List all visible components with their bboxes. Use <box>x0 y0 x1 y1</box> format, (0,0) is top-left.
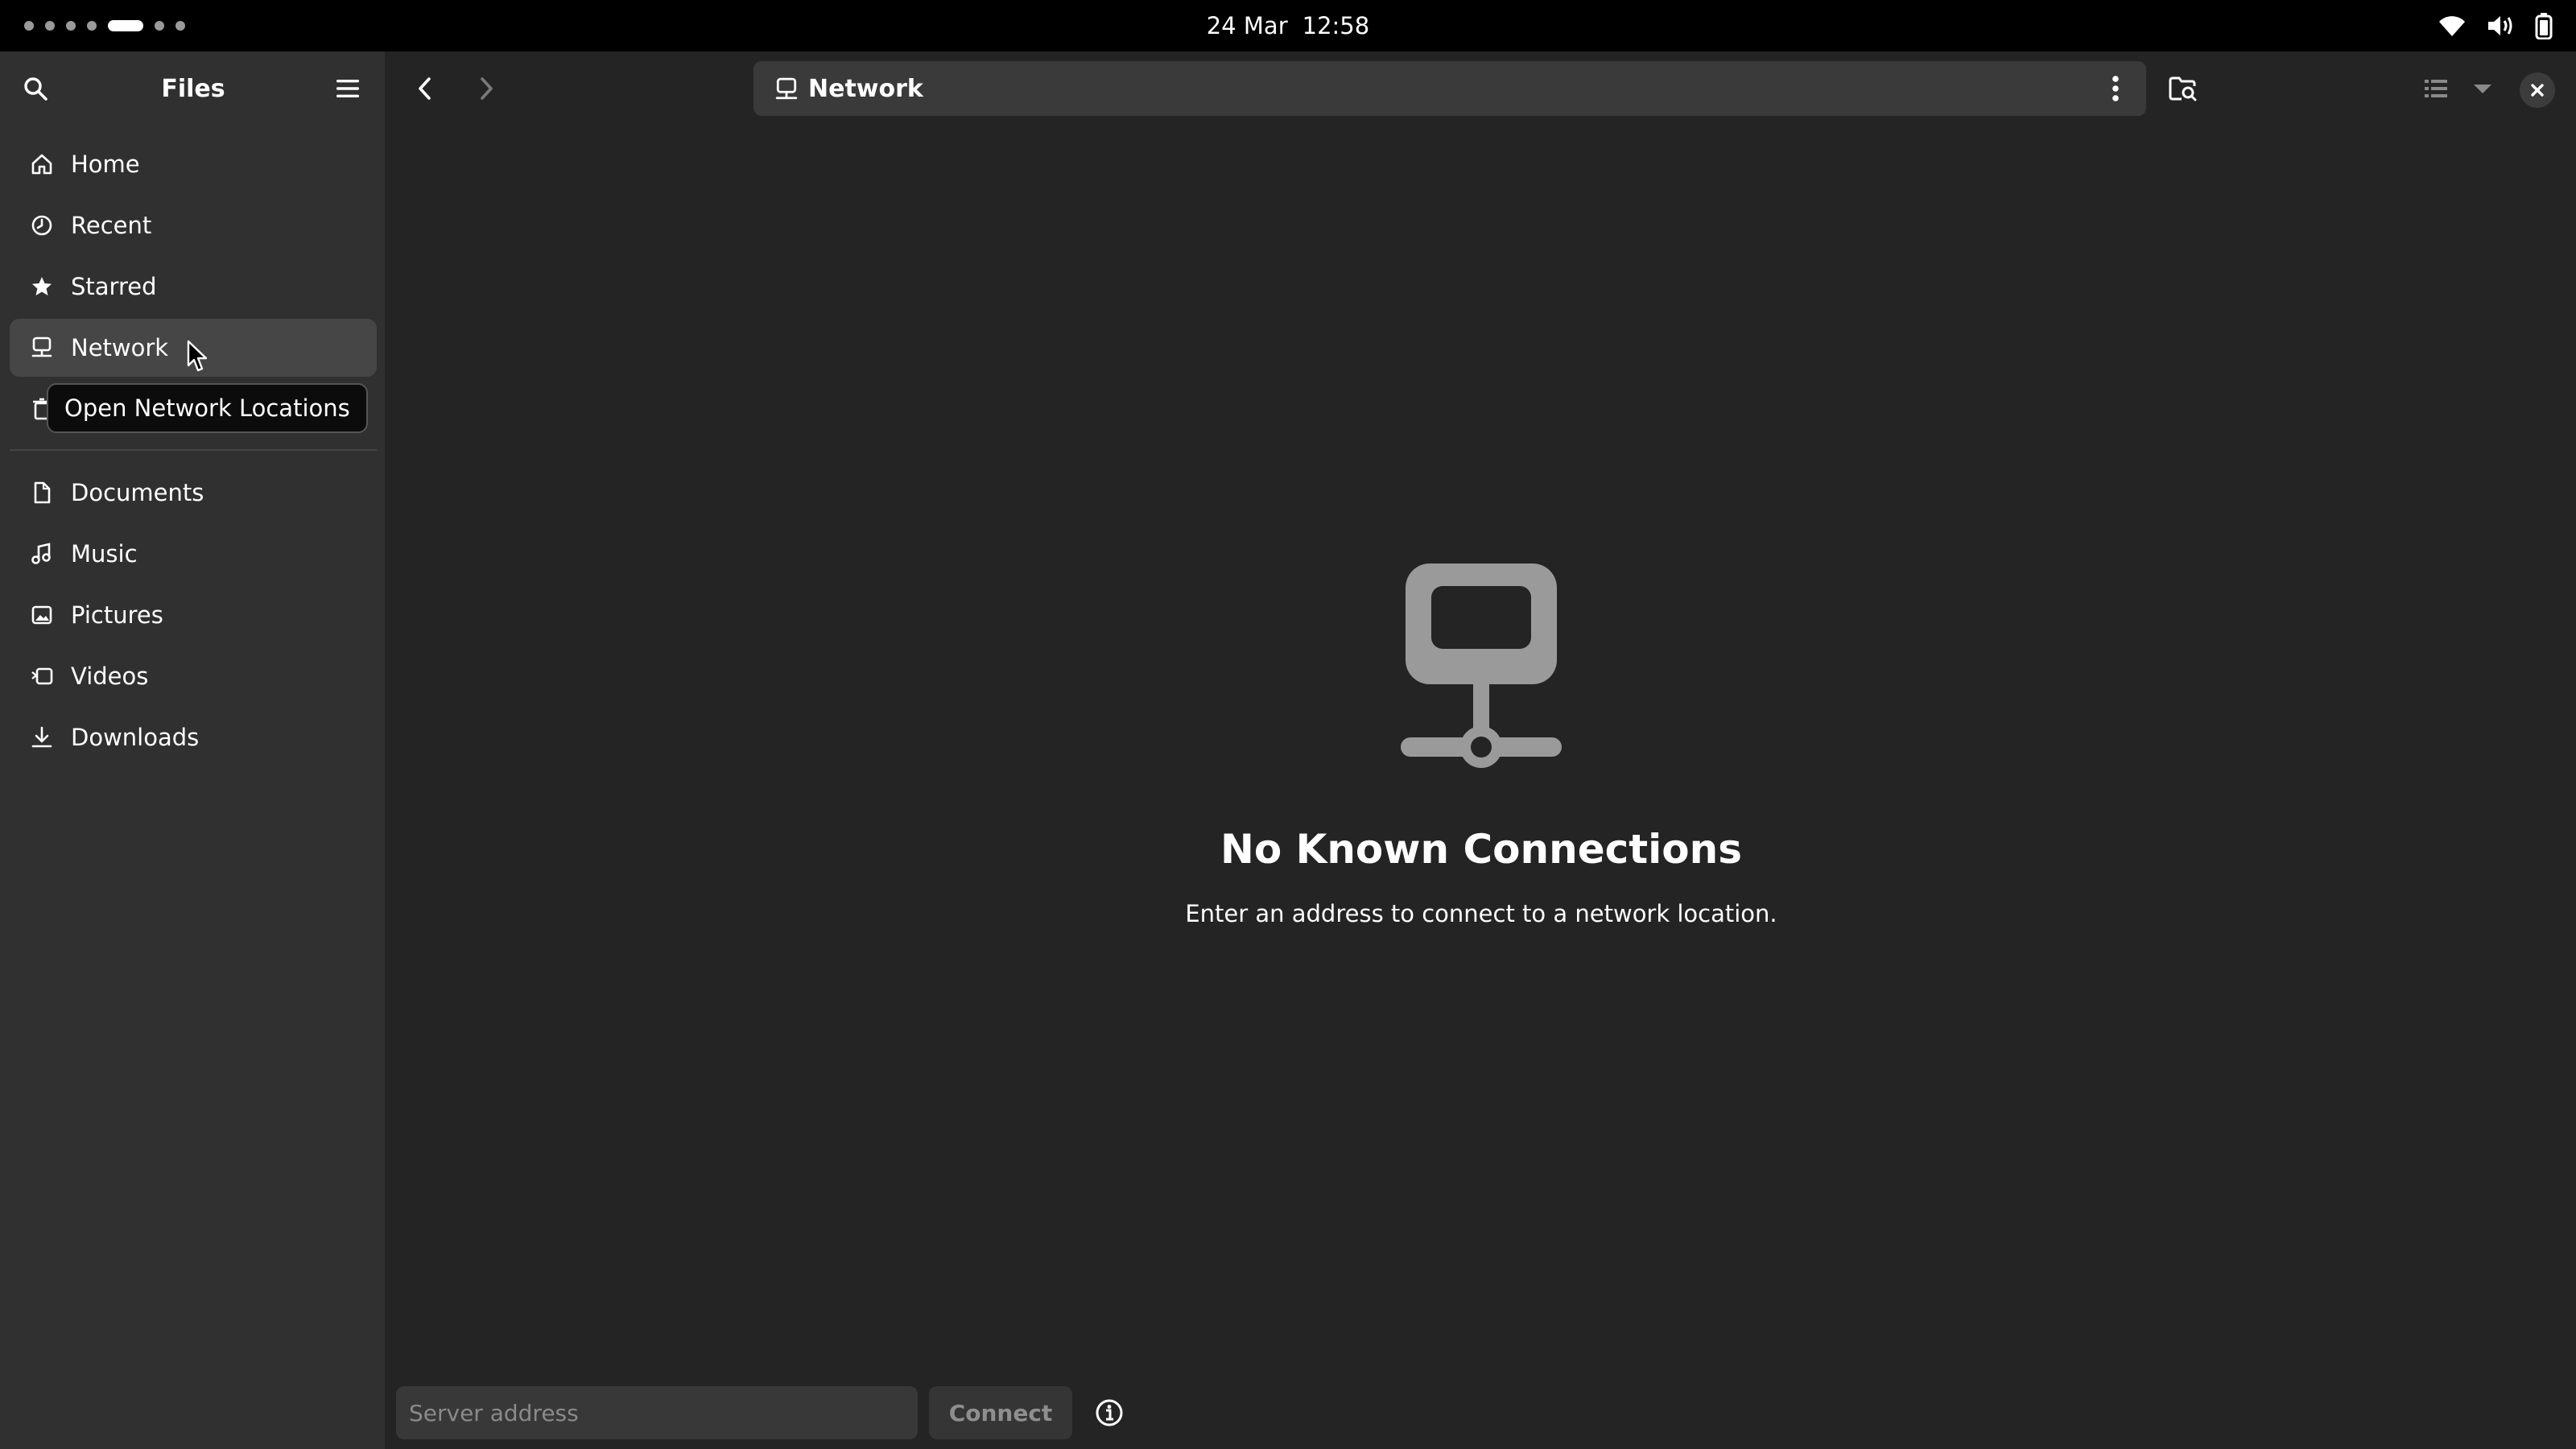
sidebar-item-videos[interactable]: Videos <box>10 647 377 705</box>
music-icon <box>31 543 51 564</box>
sidebar-item-starred[interactable]: Starred <box>10 258 377 316</box>
search-folder-button[interactable] <box>2165 71 2201 106</box>
sidebar-header: Files <box>0 52 385 126</box>
tooltip-text: Open Network Locations <box>64 394 350 422</box>
forward-button[interactable] <box>469 71 504 106</box>
sidebar-item-label: Videos <box>71 663 149 690</box>
view-list-icon <box>2425 80 2447 97</box>
star-icon <box>32 277 52 295</box>
search-folder-icon <box>2169 76 2197 101</box>
sidebar-item-downloads[interactable]: Downloads <box>10 708 377 766</box>
empty-state-description: Enter an address to connect to a network… <box>1185 900 1777 927</box>
sidebar-item-label: Pictures <box>71 601 163 629</box>
search-button[interactable] <box>18 71 53 106</box>
clock-date: 24 Mar <box>1206 12 1288 39</box>
bookmarks-list: Documents Music Pictures Videos Download… <box>10 464 377 770</box>
workspace-dot[interactable] <box>87 21 97 31</box>
home-icon <box>31 154 52 175</box>
network-server-icon <box>1401 564 1562 768</box>
connect-button[interactable]: Connect <box>929 1386 1072 1439</box>
workspace-dot[interactable] <box>155 21 164 31</box>
video-icon <box>31 667 53 685</box>
sidebar-item-label: Recent <box>71 212 152 239</box>
workspace-dot[interactable] <box>45 21 55 31</box>
workspace-indicator[interactable] <box>24 18 185 34</box>
document-icon <box>34 481 51 504</box>
workspace-dot[interactable] <box>24 21 34 31</box>
sidebar-item-label: Home <box>71 151 140 178</box>
sidebar-item-home[interactable]: Home <box>10 135 377 193</box>
wifi-icon <box>2438 14 2467 38</box>
download-icon <box>31 726 52 748</box>
sidebar-item-label: Music <box>71 540 138 568</box>
location-label: Network <box>808 74 923 103</box>
battery-icon <box>2534 12 2553 39</box>
header-bar: Network <box>385 52 2576 126</box>
clock-icon <box>31 215 52 236</box>
sidebar-separator <box>10 449 377 451</box>
workspace-dot[interactable] <box>66 21 76 31</box>
server-info-button[interactable] <box>1092 1395 1127 1430</box>
sidebar-item-label: Starred <box>71 273 157 300</box>
close-button[interactable] <box>2520 72 2555 108</box>
location-menu-button[interactable] <box>2098 71 2133 106</box>
view-mode-button[interactable] <box>2418 71 2454 106</box>
sidebar-item-label: Network <box>71 334 169 361</box>
picture-icon <box>31 605 52 625</box>
back-icon <box>419 77 431 100</box>
tooltip: Open Network Locations <box>47 383 368 433</box>
workspace-active[interactable] <box>108 20 143 31</box>
info-icon <box>1096 1399 1123 1426</box>
mouse-cursor-icon <box>187 340 208 372</box>
network-icon <box>775 77 798 100</box>
location-bar[interactable]: Network <box>753 61 2146 116</box>
volume-icon <box>2486 13 2515 39</box>
system-tray[interactable] <box>2438 11 2553 40</box>
server-address-input[interactable] <box>396 1386 918 1439</box>
close-icon <box>2531 84 2544 97</box>
sidebar: Files Home Recent Starred Network Docume… <box>0 52 385 1449</box>
connect-button-label: Connect <box>948 1399 1053 1426</box>
dropdown-icon <box>2474 85 2491 93</box>
workspace-dot[interactable] <box>175 21 185 31</box>
main-menu-button[interactable] <box>330 71 365 106</box>
view-options-button[interactable] <box>2465 71 2500 106</box>
sidebar-item-music[interactable]: Music <box>10 525 377 583</box>
back-button[interactable] <box>407 71 443 106</box>
network-icon <box>31 336 52 357</box>
search-icon <box>24 77 47 101</box>
sidebar-item-documents[interactable]: Documents <box>10 464 377 522</box>
hamburger-menu-icon <box>336 80 359 97</box>
empty-state-title: No Known Connections <box>1220 826 1743 873</box>
top-bar: 24 Mar 12:58 <box>0 0 2576 52</box>
app-title: Files <box>161 74 225 103</box>
sidebar-item-label: Documents <box>71 479 204 506</box>
sidebar-item-pictures[interactable]: Pictures <box>10 586 377 644</box>
sidebar-item-label: Downloads <box>71 724 200 751</box>
forward-icon <box>481 77 493 100</box>
clock[interactable]: 24 Mar 12:58 <box>1127 0 1449 52</box>
clock-time: 12:58 <box>1302 12 1370 39</box>
sidebar-item-recent[interactable]: Recent <box>10 196 377 254</box>
more-icon <box>2112 76 2119 101</box>
